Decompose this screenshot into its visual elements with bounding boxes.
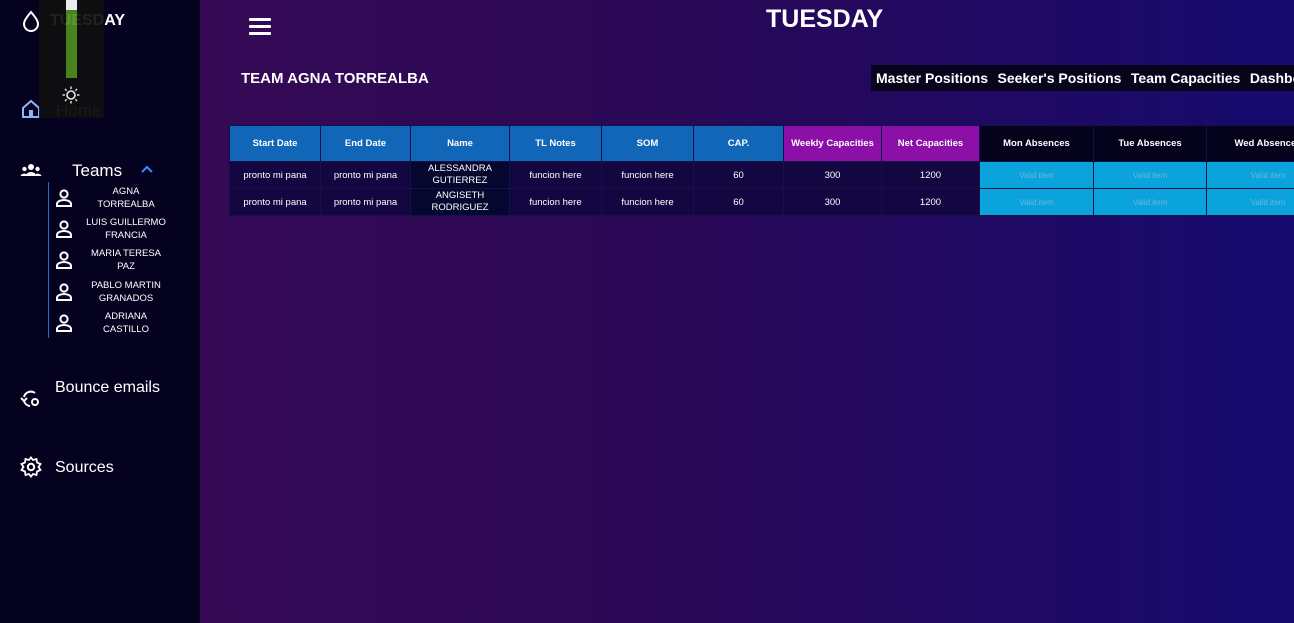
net-capacity-cell[interactable]: 1200: [881, 161, 980, 189]
weekly-capacity-cell[interactable]: 300: [783, 188, 882, 216]
end-date-cell[interactable]: pronto mi pana: [320, 188, 411, 216]
team-member-item[interactable]: PABLO MARTIN GRANADOS: [49, 278, 199, 308]
column-header: Net Capacities: [881, 125, 980, 162]
table-row: pronto mi pana pronto mi pana ALESSANDRA…: [229, 161, 1294, 189]
team-member-name: MARIA TERESA PAZ: [90, 248, 162, 272]
column-header: Wed Absences: [1206, 125, 1294, 162]
start-date-cell[interactable]: pronto mi pana: [229, 161, 321, 189]
team-member-item[interactable]: MARIA TERESA PAZ: [49, 246, 199, 276]
column-header: Start Date: [229, 125, 321, 162]
person-icon: [56, 189, 72, 207]
team-member-item[interactable]: AGNA TORREALBA: [49, 184, 199, 214]
column-header: CAP.: [693, 125, 784, 162]
brightness-slider[interactable]: [66, 0, 77, 78]
column-header: Tue Absences: [1093, 125, 1207, 162]
som-cell[interactable]: funcion here: [601, 161, 694, 189]
sidebar-item-label: Teams: [72, 161, 123, 180]
sidebar-item-sources[interactable]: Sources: [20, 456, 200, 480]
team-member-name: ADRIANA CASTILLO: [103, 311, 149, 335]
person-icon: [56, 220, 72, 238]
tue-absence-cell[interactable]: Valid item: [1093, 161, 1207, 189]
slider-handle[interactable]: [66, 0, 77, 10]
group-icon: [20, 164, 42, 176]
tl-notes-cell[interactable]: funcion here: [509, 188, 602, 216]
net-capacity-cell[interactable]: 1200: [881, 188, 980, 216]
chevron-up-icon[interactable]: [140, 164, 154, 174]
name-cell[interactable]: ANGISETH RODRIGUEZ: [410, 188, 510, 216]
team-member-item[interactable]: LUIS GUILLERMO FRANCIA: [49, 215, 199, 245]
team-member-name: LUIS GUILLERMO FRANCIA: [86, 217, 166, 241]
mon-absence-cell[interactable]: Valid item: [979, 188, 1094, 216]
sync-settings-icon: [20, 390, 39, 407]
capacities-table: Start Date End Date Name TL Notes SOM CA…: [229, 125, 1294, 216]
person-icon: [56, 251, 72, 269]
weekly-capacity-cell[interactable]: 300: [783, 161, 882, 189]
nav-dashboard[interactable]: Dashboard: [1245, 65, 1294, 86]
cap-cell[interactable]: 60: [693, 161, 784, 189]
person-icon: [56, 283, 72, 301]
nav-master-positions[interactable]: Master Positions: [871, 65, 988, 86]
nav-seekers-positions[interactable]: Seeker's Positions: [992, 65, 1121, 86]
column-header: Weekly Capacities: [783, 125, 882, 162]
hamburger-menu-button[interactable]: [249, 18, 271, 36]
column-header: End Date: [320, 125, 411, 162]
end-date-cell[interactable]: pronto mi pana: [320, 161, 411, 189]
start-date-cell[interactable]: pronto mi pana: [229, 188, 321, 216]
name-cell[interactable]: ALESSANDRA GUTIERREZ: [410, 161, 510, 189]
sidebar: TUESDAY Home T: [0, 0, 200, 623]
wed-absence-cell[interactable]: Valid item: [1206, 188, 1294, 216]
wed-absence-cell[interactable]: Valid item: [1206, 161, 1294, 189]
table-header-row: Start Date End Date Name TL Notes SOM CA…: [229, 125, 1294, 162]
column-header: TL Notes: [509, 125, 602, 162]
cap-cell[interactable]: 60: [693, 188, 784, 216]
som-cell[interactable]: funcion here: [601, 188, 694, 216]
team-member-name: AGNA TORREALBA: [97, 186, 155, 210]
nav-team-capacities[interactable]: Team Capacities: [1126, 65, 1240, 86]
sidebar-item-label: Sources: [55, 459, 114, 476]
page-title: TUESDAY: [766, 5, 884, 33]
column-header: Name: [410, 125, 510, 162]
column-header: SOM: [601, 125, 694, 162]
team-member-item[interactable]: ADRIANA CASTILLO: [49, 309, 199, 339]
team-member-name: PABLO MARTIN GRANADOS: [91, 280, 161, 304]
table-row: pronto mi pana pronto mi pana ANGISETH R…: [229, 188, 1294, 216]
top-navigation: Master Positions Seeker's Positions Team…: [871, 65, 1294, 91]
sidebar-item-teams[interactable]: Teams: [20, 158, 200, 182]
sidebar-item-label: Bounce emails: [55, 379, 160, 396]
tue-absence-cell[interactable]: Valid item: [1093, 188, 1207, 216]
tl-notes-cell[interactable]: funcion here: [509, 161, 602, 189]
team-title: TEAM AGNA TORREALBA: [241, 70, 429, 87]
sun-icon: [62, 86, 80, 104]
column-header: Mon Absences: [979, 125, 1094, 162]
team-member-list: AGNA TORREALBA LUIS GUILLERMO FRANCIA MA…: [48, 182, 199, 338]
brightness-overlay[interactable]: [39, 0, 104, 118]
gear-icon: [20, 456, 42, 478]
mon-absence-cell[interactable]: Valid item: [979, 161, 1094, 189]
person-icon: [56, 314, 72, 332]
sidebar-item-bounce-emails[interactable]: Bounce emails: [20, 376, 200, 424]
